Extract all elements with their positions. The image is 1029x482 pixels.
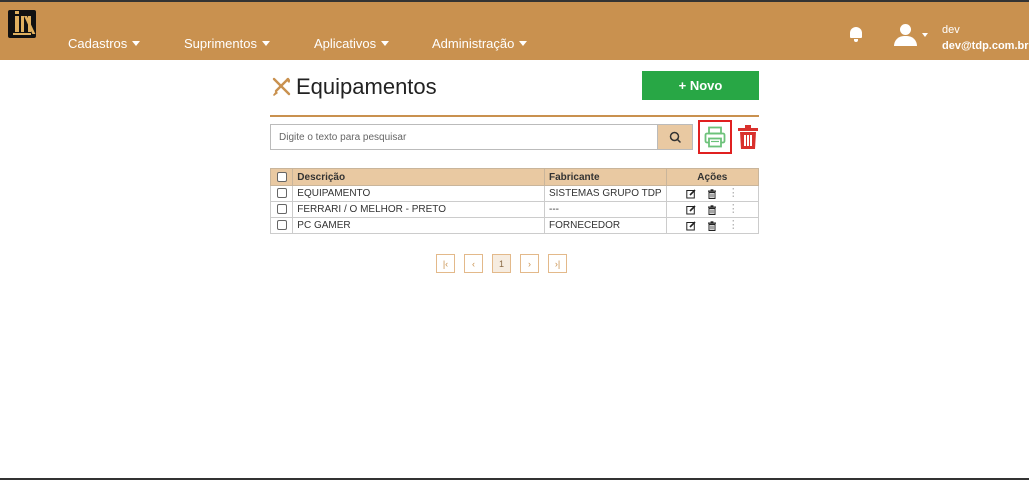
more-icon[interactable]: ⋮ [728,188,739,199]
table-row[interactable]: PC GAMER FORNECEDOR ⋮ [269,217,760,234]
trash-icon[interactable] [737,124,759,150]
nav-item-administracao[interactable]: Administração [432,36,528,51]
new-button[interactable]: + Novo [642,71,759,100]
header-manufacturer[interactable]: Fabricante [543,168,667,186]
nav-item-aplicativos[interactable]: Aplicativos [314,36,390,51]
caret-down-icon [519,41,528,46]
user-icon[interactable] [892,24,918,46]
trash-icon[interactable] [707,220,717,231]
table-row[interactable]: FERRARI / O MELHOR - PRETO --- ⋮ [269,201,760,218]
select-all-checkbox[interactable] [276,171,287,182]
title-divider [270,115,759,117]
search-icon [669,131,681,143]
cell-manufacturer: --- [543,201,667,218]
cell-description: EQUIPAMENTO [292,185,545,202]
search-input[interactable] [270,124,657,150]
caret-down-icon [132,41,141,46]
next-page-button[interactable]: › [520,254,539,273]
first-page-button[interactable]: |‹ [436,254,455,273]
select-all-cell [269,168,294,186]
header-description[interactable]: Descrição [292,168,545,186]
pagination: |‹ ‹ 1 › ›| [436,254,567,273]
user-name: dev [942,24,960,36]
edit-icon[interactable] [686,188,696,199]
page-button-current[interactable]: 1 [492,254,511,273]
user-email: dev@tdp.com.br [942,40,1029,52]
caret-down-icon [381,41,390,46]
nav-item-label: Administração [432,36,515,51]
cell-description: FERRARI / O MELHOR - PRETO [292,201,545,218]
edit-icon[interactable] [686,204,696,215]
equipment-table: Descrição Fabricante Ações EQUIPAMENTO S… [269,168,760,234]
cell-description: PC GAMER [292,217,545,234]
tools-icon [272,77,291,96]
window-bottom-border [0,478,1029,480]
row-checkbox[interactable] [276,204,287,215]
cell-manufacturer: FORNECEDOR [543,217,667,234]
nav-item-label: Cadastros [68,36,128,51]
table-row[interactable]: EQUIPAMENTO SISTEMAS GRUPO TDP ⋮ [269,185,760,202]
nav-item-label: Suprimentos [184,36,257,51]
row-checkbox[interactable] [276,220,287,231]
search-button[interactable] [657,124,693,150]
nav-item-label: Aplicativos [314,36,377,51]
caret-down-icon[interactable] [922,33,928,37]
table-header-row: Descrição Fabricante Ações [269,168,760,186]
top-navbar: Cadastros Suprimentos Aplicativos Admini… [0,0,1029,60]
cell-manufacturer: SISTEMAS GRUPO TDP [543,185,667,202]
row-checkbox[interactable] [276,188,287,199]
nav-item-cadastros[interactable]: Cadastros [68,36,141,51]
logo[interactable] [8,10,36,38]
last-page-button[interactable]: ›| [548,254,567,273]
trash-icon[interactable] [707,188,717,199]
caret-down-icon [261,41,270,46]
more-icon[interactable]: ⋮ [728,220,739,231]
edit-icon[interactable] [686,220,696,231]
more-icon[interactable]: ⋮ [728,204,739,215]
bell-icon[interactable] [849,26,863,42]
prev-page-button[interactable]: ‹ [464,254,483,273]
printer-icon [704,126,726,148]
page-title: Equipamentos [296,74,437,99]
nav-item-suprimentos[interactable]: Suprimentos [184,36,270,51]
header-actions: Ações [665,168,760,186]
trash-icon[interactable] [707,204,717,215]
print-button[interactable] [698,120,732,154]
